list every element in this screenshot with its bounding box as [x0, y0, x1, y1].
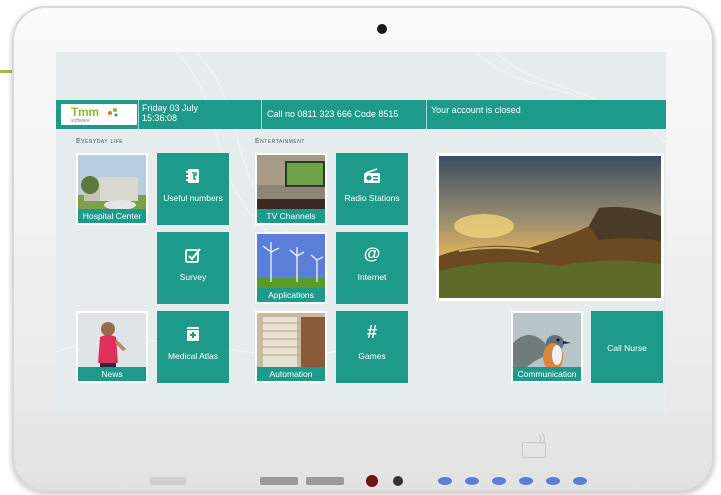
tile-useful-numbers[interactable]: Useful numbers	[157, 153, 229, 225]
phonebook-icon	[186, 169, 199, 183]
tile-radio-stations[interactable]: Radio Stations	[336, 153, 408, 225]
tile-internet[interactable]: @ Internet	[336, 232, 408, 304]
tile-label: News	[78, 367, 146, 381]
divider	[261, 100, 262, 129]
tile-label: Automation	[257, 367, 325, 381]
time-text: 15:36:08	[142, 113, 178, 123]
tile-applications[interactable]: Applications	[255, 232, 327, 304]
tile-communication[interactable]: Communication	[511, 311, 583, 383]
call-info: Call no 0811 323 666 Code 8515	[267, 109, 399, 119]
tile-news[interactable]: News	[76, 311, 148, 383]
at-icon: @	[363, 244, 381, 263]
tile-label: Medical Atlas	[167, 351, 219, 361]
medical-book-icon	[187, 327, 199, 341]
section-entertainment: Entertainment	[255, 138, 305, 145]
tile-label: Communication	[513, 367, 581, 381]
divider	[426, 100, 427, 129]
tile-label: Useful numbers	[163, 193, 223, 203]
tile-label: Internet	[357, 272, 387, 282]
camera-icon	[377, 24, 387, 34]
section-everyday-life: Everyday life	[76, 138, 124, 145]
tile-label: Call Nurse	[607, 343, 647, 353]
logo-mark-icon	[108, 108, 118, 117]
divider	[138, 100, 139, 129]
tile-call-nurse[interactable]: Call Nurse	[591, 311, 663, 383]
tile-label: Hospital Center	[78, 209, 146, 223]
featured-landscape-photo	[436, 153, 664, 301]
header-bar: Tmm software Friday 03 July 15:36:08 Cal…	[56, 100, 666, 129]
tile-games[interactable]: # Games	[336, 311, 408, 383]
device-ports	[150, 475, 587, 487]
nfc-waves-icon	[538, 432, 545, 445]
logo-text: Tmm	[71, 105, 99, 119]
tile-tv-channels[interactable]: TV Channels	[255, 153, 327, 225]
tile-hospital-center[interactable]: Hospital Center	[76, 153, 148, 225]
tile-medical-atlas[interactable]: Medical Atlas	[157, 311, 229, 383]
tile-survey[interactable]: Survey	[157, 232, 229, 304]
radio-icon	[364, 168, 380, 183]
logo-subtext: software	[71, 118, 90, 124]
nfc-icon	[522, 432, 546, 458]
account-status: Your account is closed	[431, 105, 521, 115]
landscape-image	[439, 156, 661, 298]
date-time: Friday 03 July 15:36:08	[142, 103, 198, 123]
logo: Tmm software	[61, 104, 137, 125]
tile-label: Games	[358, 351, 386, 361]
date-text: Friday 03 July	[142, 103, 199, 113]
hash-icon: #	[366, 322, 377, 342]
tile-label: Radio Stations	[344, 193, 400, 203]
tile-label: Applications	[257, 288, 325, 302]
tile-automation[interactable]: Automation	[255, 311, 327, 383]
tablet-screen: Tmm software Friday 03 July 15:36:08 Cal…	[56, 52, 666, 412]
checkbox-icon	[185, 248, 201, 263]
tile-label: TV Channels	[257, 209, 325, 223]
tile-label: Survey	[179, 272, 207, 282]
